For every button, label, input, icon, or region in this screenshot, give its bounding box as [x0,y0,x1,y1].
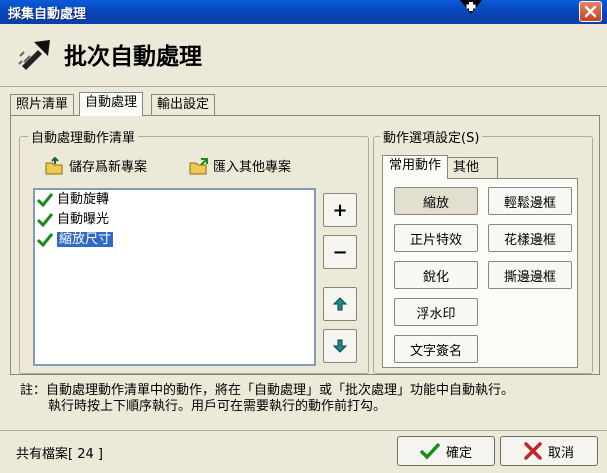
tab-other[interactable]: 其他 [446,157,498,178]
resize-option-button[interactable]: 縮放 [394,187,478,215]
batch-process-logo-icon [18,40,50,70]
help-note-line-1: 註：自動處理動作清單中的動作，將在「自動處理」或「批次處理」功能中自動執行。 [20,383,515,398]
pattern-frame-option-button[interactable]: 花樣邊框 [488,224,572,252]
checkmark-icon[interactable] [37,193,53,207]
auto-process-panel: 自動處理動作清單 儲存爲新專案 匯入其他專案 自動旋轉 自動曝光 縮放尺寸 + … [10,115,600,375]
checkmark-icon[interactable] [37,233,53,247]
torn-edge-option-button[interactable]: 撕邊邊框 [488,261,572,289]
tab-photo-list[interactable]: 照片清單 [10,94,75,115]
easy-frame-option-button[interactable]: 輕鬆邊框 [488,187,572,215]
list-item[interactable]: 自動旋轉 [35,190,314,210]
add-action-button[interactable]: + [323,193,357,227]
open-folder-icon [189,157,208,174]
save-folder-icon [45,156,63,174]
plus-icon: + [332,199,348,221]
minus-icon: − [332,241,348,263]
checkmark-icon[interactable] [37,213,53,227]
common-actions-panel: 縮放 輕鬆邊框 正片特效 花樣邊框 銳化 撕邊邊框 浮水印 文字簽名 [382,178,578,368]
dialog-header: 批次自動處理 [0,24,607,87]
import-project-label: 匯入其他專案 [213,160,292,175]
action-options-group-title: 動作選項設定(S) [380,127,483,146]
remove-action-button[interactable]: − [323,235,357,269]
close-button[interactable] [579,1,602,22]
text-signature-option-button[interactable]: 文字簽名 [394,335,478,363]
help-note-line-2: 執行時按上下順序執行。用戶可在需要執行的動作前打勾。 [48,399,387,414]
save-as-project-button[interactable]: 儲存爲新專案 [45,156,147,175]
action-options-group: 動作選項設定(S) 常用動作 其他 縮放 輕鬆邊框 正片特效 花樣邊框 銳化 撕… [373,127,593,374]
arrow-down-icon [333,339,347,353]
save-as-project-label: 儲存爲新專案 [69,160,148,175]
list-item-label: 自動旋轉 [57,192,110,207]
batch-process-dialog: 採集自動處理 批次自動處理 照片清單 自動處理 輸出設定 自動處理動作清單 儲存… [0,0,607,473]
list-item[interactable]: 自動曝光 [35,210,314,230]
list-item-label: 自動曝光 [57,212,110,227]
window-title: 採集自動處理 [8,7,87,22]
cancel-x-icon [524,442,542,460]
move-down-button[interactable] [323,329,357,363]
action-listbox[interactable]: 自動旋轉 自動曝光 縮放尺寸 [33,188,316,366]
action-list-group-title: 自動處理動作清單 [28,127,139,146]
cancel-label: 取消 [547,445,574,461]
ok-button[interactable]: 確定 [397,436,495,466]
help-note: 註：自動處理動作清單中的動作，將在「自動處理」或「批次處理」功能中自動執行。 執… [20,383,514,415]
import-project-button[interactable]: 匯入其他專案 [189,156,291,175]
mouse-cursor-icon [460,0,482,14]
list-item[interactable]: 縮放尺寸 [35,230,314,250]
ok-label: 確定 [445,445,472,461]
page-title: 批次自動處理 [64,44,202,70]
title-bar[interactable]: 採集自動處理 [0,0,607,24]
watermark-option-button[interactable]: 浮水印 [394,298,478,326]
list-item-label: 縮放尺寸 [57,232,114,247]
tab-output-settings[interactable]: 輸出設定 [151,94,216,115]
film-effect-option-button[interactable]: 正片特效 [394,224,478,252]
tab-auto-process[interactable]: 自動處理 [79,92,144,116]
close-icon [584,5,597,18]
footer-divider [0,430,607,431]
tab-common-actions[interactable]: 常用動作 [382,155,449,179]
arrow-up-icon [333,297,347,311]
cancel-button[interactable]: 取消 [500,436,598,466]
checkmark-icon [419,442,440,460]
sharpen-option-button[interactable]: 銳化 [394,261,478,289]
move-up-button[interactable] [323,287,357,321]
file-count-status: 共有檔案[ 24 ] [16,447,103,462]
